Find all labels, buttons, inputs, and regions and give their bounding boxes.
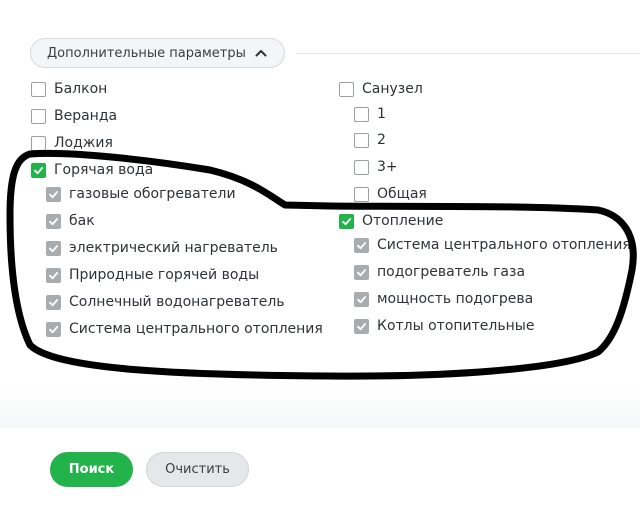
option-label: 1 xyxy=(377,106,386,122)
checkbox[interactable] xyxy=(46,213,61,229)
checkbox[interactable] xyxy=(354,291,369,307)
checkbox[interactable] xyxy=(31,162,46,178)
checkbox[interactable] xyxy=(354,318,369,334)
right-option[interactable]: подогреватель газа xyxy=(354,262,525,282)
option-label: Система центрального отопления xyxy=(377,237,631,253)
option-label: Солнечный водонагреватель xyxy=(69,294,285,310)
checkbox[interactable] xyxy=(46,240,61,256)
option-label: Балкон xyxy=(54,81,108,97)
option-label: Природные горячей воды xyxy=(69,267,260,283)
chevron-up-icon xyxy=(254,46,268,60)
option-label: мощность подогрева xyxy=(377,291,534,307)
option-label: Веранда xyxy=(54,108,118,124)
left-option[interactable]: Природные горячей воды xyxy=(46,265,259,285)
checkbox[interactable] xyxy=(46,321,61,337)
option-label: 2 xyxy=(377,132,386,148)
left-option[interactable]: газовые обогреватели xyxy=(46,184,236,204)
checkbox[interactable] xyxy=(339,81,354,97)
right-option[interactable]: Система центрального отопления xyxy=(354,235,631,255)
additional-params-toggle[interactable]: Дополнительные параметры xyxy=(30,38,285,68)
right-option[interactable]: Общая xyxy=(354,184,427,204)
clear-button[interactable]: Очистить xyxy=(146,452,249,487)
checkbox[interactable] xyxy=(354,237,369,253)
option-label: Система центрального отопления xyxy=(69,321,323,337)
left-option[interactable]: Балкон xyxy=(31,79,107,99)
option-label: Общая xyxy=(377,186,427,202)
option-label: Отопление xyxy=(362,213,444,229)
checkbox[interactable] xyxy=(354,159,369,175)
left-option[interactable]: Солнечный водонагреватель xyxy=(46,292,285,312)
right-option[interactable]: 3+ xyxy=(354,157,398,177)
left-option[interactable]: Лоджия xyxy=(31,133,113,153)
option-label: Горячая вода xyxy=(54,162,154,178)
checkbox[interactable] xyxy=(46,186,61,202)
left-option[interactable]: электрический нагреватель xyxy=(46,238,278,258)
left-option[interactable]: Система центрального отопления xyxy=(46,319,323,339)
right-option[interactable]: Отопление xyxy=(339,211,443,231)
right-option[interactable]: 2 xyxy=(354,130,386,150)
right-option[interactable]: мощность подогрева xyxy=(354,289,533,309)
option-label: Котлы отопительные xyxy=(377,318,535,334)
search-button[interactable]: Поиск xyxy=(50,452,133,487)
option-label: подогреватель газа xyxy=(377,264,526,280)
option-label: электрический нагреватель xyxy=(69,240,278,256)
checkbox[interactable] xyxy=(354,264,369,280)
right-option[interactable]: Санузел xyxy=(339,79,423,99)
checkbox[interactable] xyxy=(339,213,354,229)
checkbox[interactable] xyxy=(354,186,369,202)
filter-panel: Дополнительные параметры Балкон Веранда Ло… xyxy=(0,0,640,428)
checkbox[interactable] xyxy=(354,132,369,148)
additional-params-label: Дополнительные параметры xyxy=(47,45,246,61)
checkbox[interactable] xyxy=(46,294,61,310)
checkbox[interactable] xyxy=(31,135,46,151)
left-option[interactable]: Горячая вода xyxy=(31,160,153,180)
option-label: Санузел xyxy=(362,81,423,97)
checkbox[interactable] xyxy=(31,108,46,124)
right-option[interactable]: Котлы отопительные xyxy=(354,316,534,336)
checkbox[interactable] xyxy=(354,106,369,122)
option-label: газовые обогреватели xyxy=(69,186,236,202)
checkbox[interactable] xyxy=(46,267,61,283)
option-label: Лоджия xyxy=(54,135,113,151)
left-option[interactable]: бак xyxy=(46,211,95,231)
left-option[interactable]: Веранда xyxy=(31,106,117,126)
right-option[interactable]: 1 xyxy=(354,104,386,124)
option-label: бак xyxy=(69,213,95,229)
option-label: 3+ xyxy=(377,159,398,175)
divider xyxy=(296,53,640,54)
checkbox[interactable] xyxy=(31,81,46,97)
